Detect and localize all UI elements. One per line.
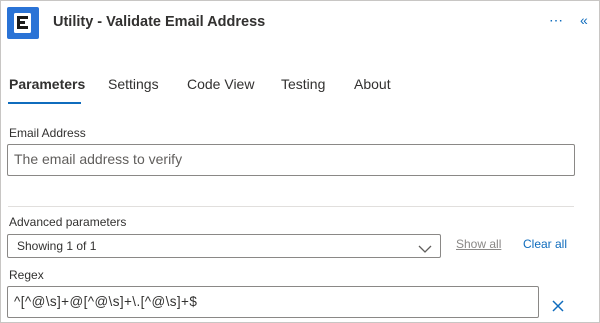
clear-all-link[interactable]: Clear all [523, 237, 567, 251]
advanced-parameters-dropdown[interactable]: Showing 1 of 1 [7, 234, 441, 258]
tab-code-view[interactable]: Code View [187, 76, 254, 92]
tab-settings[interactable]: Settings [108, 76, 159, 92]
advanced-parameters-label: Advanced parameters [9, 215, 127, 229]
tab-testing[interactable]: Testing [281, 76, 325, 92]
section-divider [8, 206, 574, 207]
tab-parameters[interactable]: Parameters [9, 76, 85, 92]
regex-field[interactable]: ^[^@\s]+@[^@\s]+\.[^@\s]+$ [7, 286, 539, 318]
tab-bar: Parameters Settings Code View Testing Ab… [0, 76, 600, 106]
panel-header: Utility - Validate Email Address ⋯ « [0, 0, 600, 48]
connector-logo-icon [7, 7, 39, 39]
regex-field-value: ^[^@\s]+@[^@\s]+\.[^@\s]+$ [14, 294, 198, 309]
advanced-parameters-selected: Showing 1 of 1 [17, 239, 97, 253]
close-icon[interactable] [548, 296, 568, 316]
chevron-double-left-icon[interactable]: « [580, 12, 588, 28]
regex-field-label: Regex [9, 268, 44, 282]
chevron-down-icon [418, 241, 432, 259]
more-horizontal-icon[interactable]: ⋯ [549, 12, 564, 29]
tab-about[interactable]: About [354, 76, 391, 92]
email-field-label: Email Address [9, 126, 86, 140]
email-field-placeholder: The email address to verify [14, 151, 183, 167]
show-all-link[interactable]: Show all [456, 237, 501, 251]
page-title: Utility - Validate Email Address [53, 14, 266, 30]
email-field[interactable]: The email address to verify [7, 144, 575, 176]
active-tab-indicator [8, 102, 81, 104]
